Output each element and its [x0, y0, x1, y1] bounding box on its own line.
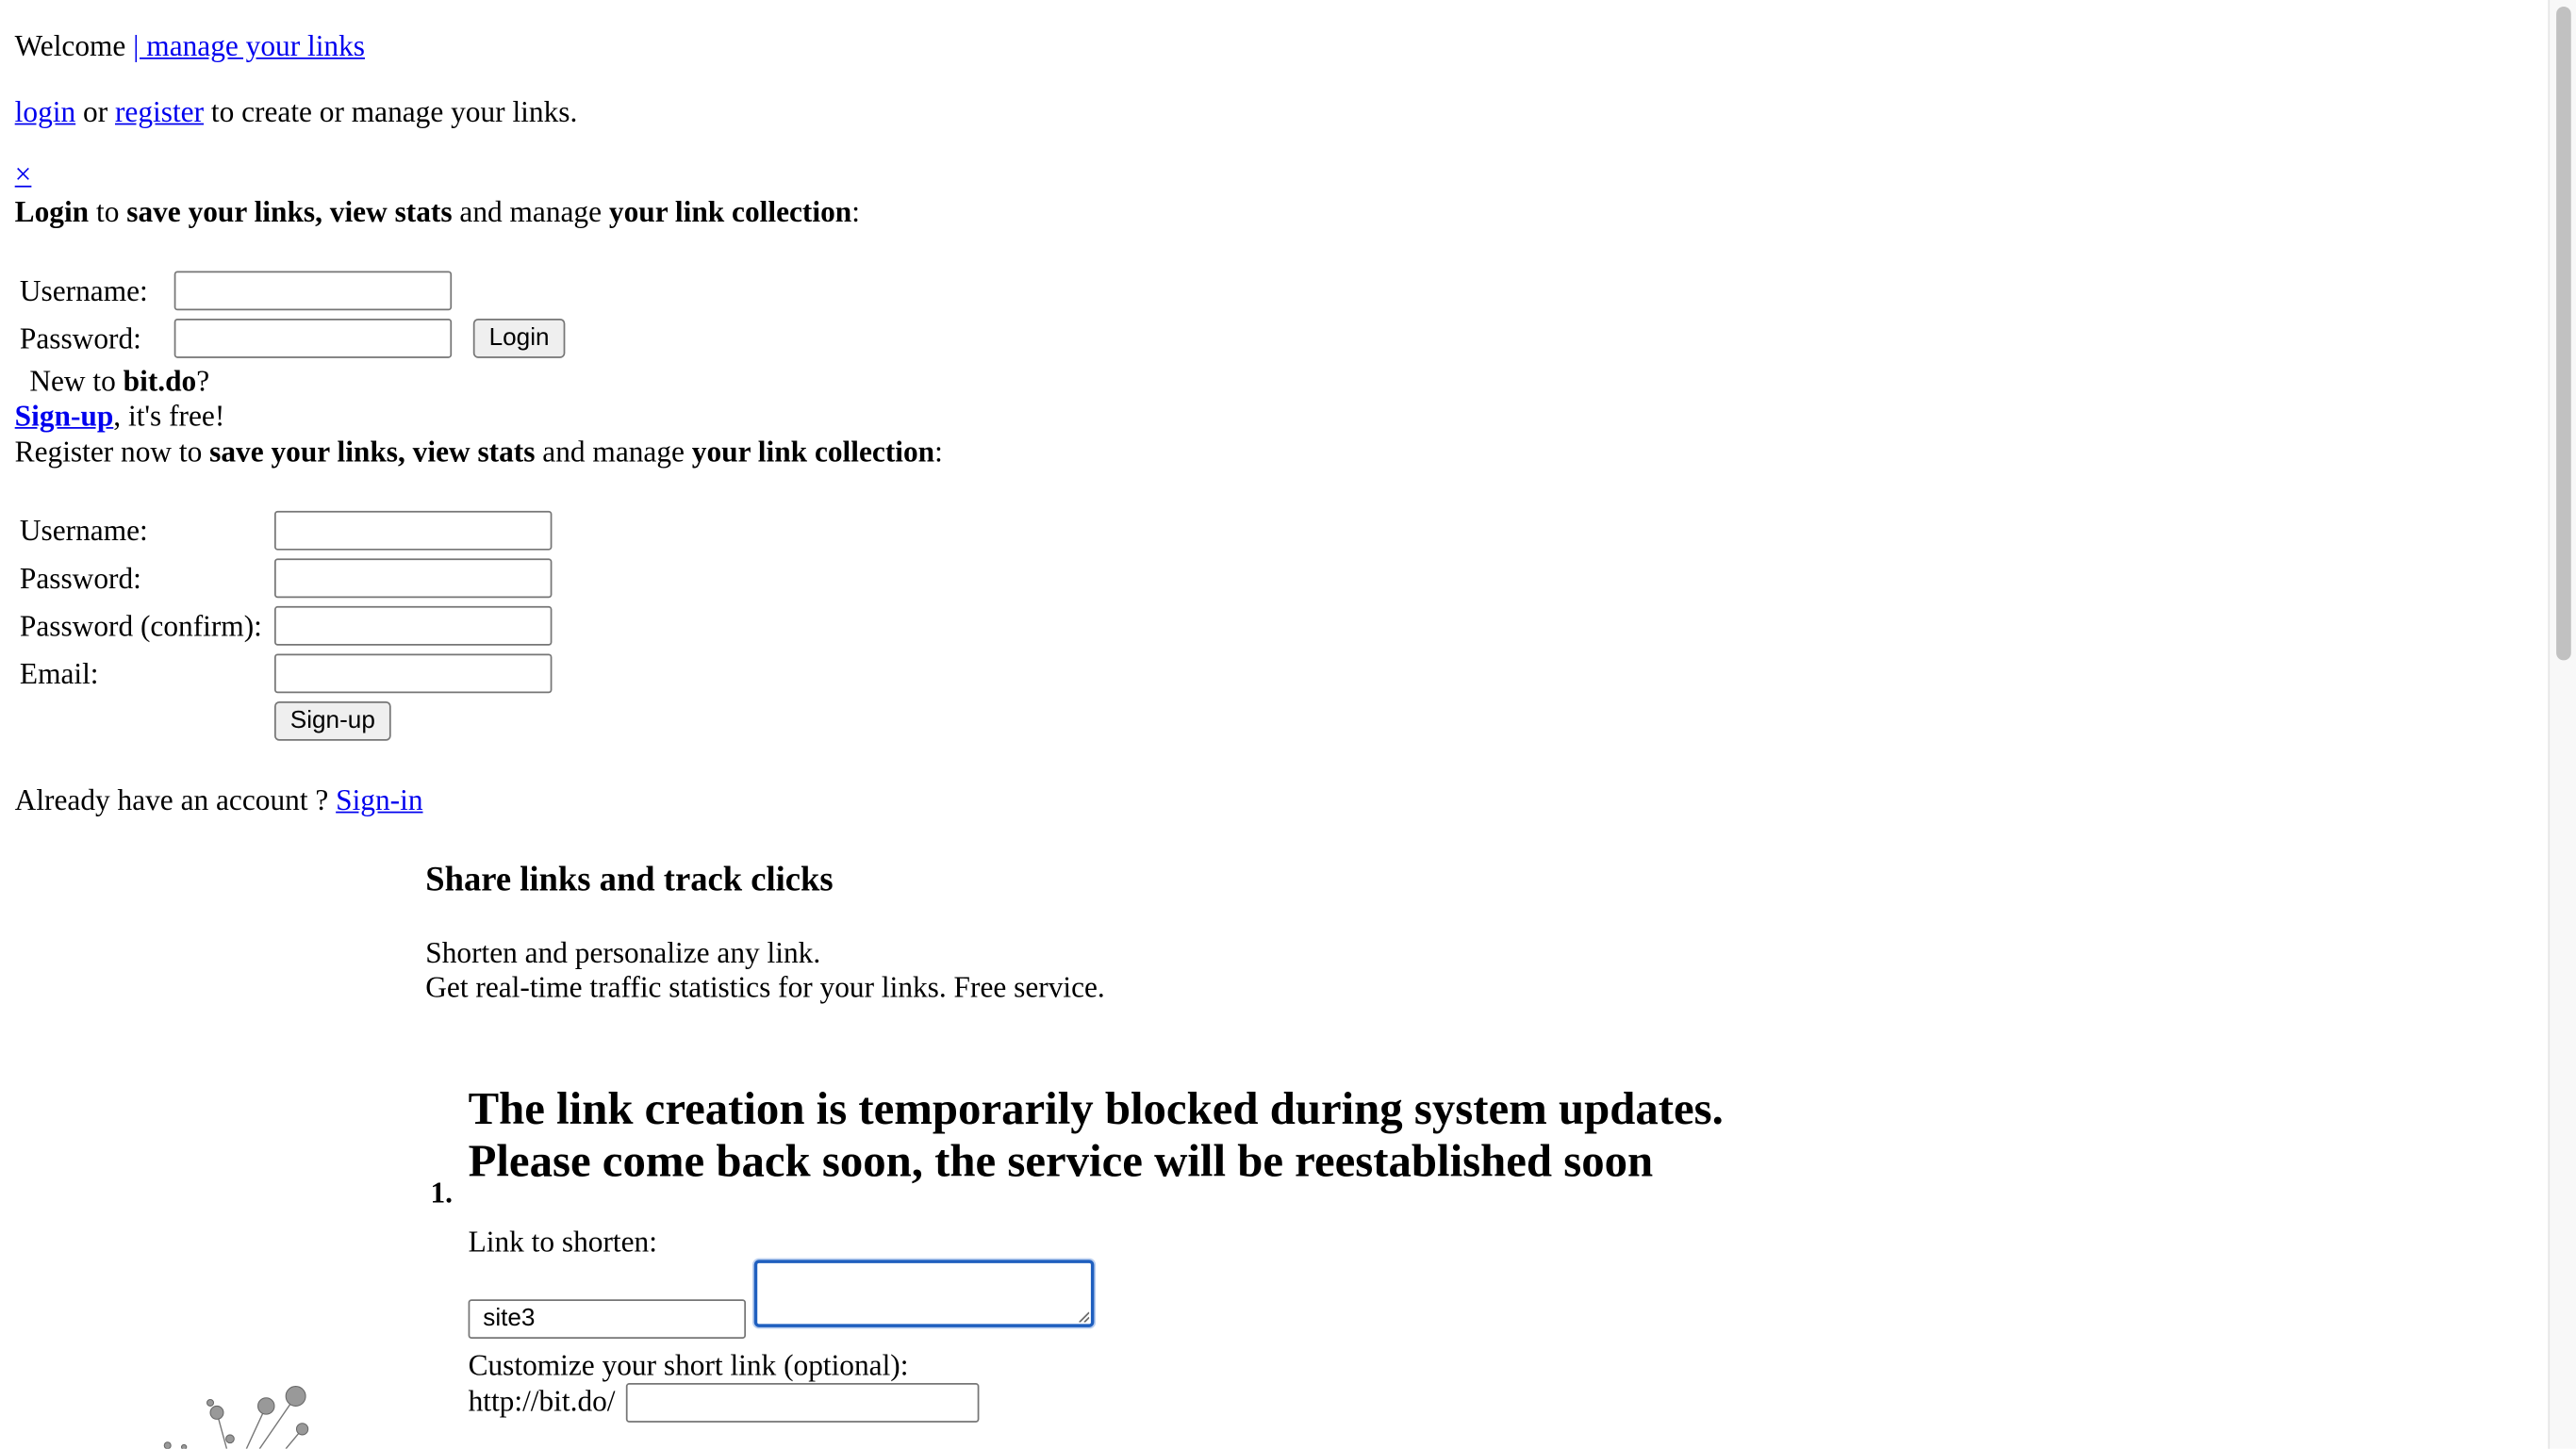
site-name: bit.do [123, 364, 197, 398]
login-button[interactable]: Login [472, 319, 566, 358]
login-username-input[interactable] [173, 271, 453, 311]
resize-grip-icon[interactable] [1078, 1310, 1090, 1323]
already-text: Already have an account ? [14, 783, 329, 816]
vertical-scrollbar[interactable] [2548, 0, 2576, 1449]
customize-label: Customize your short link (optional): [468, 1348, 909, 1382]
question-mark: ? [196, 364, 210, 398]
login-intro-text2: and manage [459, 195, 603, 229]
notice-line1: The link creation is temporarily blocked… [468, 1083, 1724, 1135]
already-account-line: Already have an account ? Sign-in [15, 783, 423, 818]
signup-headline: Sign-up, it's free! [15, 399, 225, 434]
signup-confirm-input[interactable] [273, 605, 553, 646]
signin-link[interactable]: Sign-in [336, 783, 422, 816]
login-intro-strong2: save your links, view stats [126, 195, 453, 229]
register-link[interactable]: register [115, 95, 204, 128]
auth-prompt-suffix: to create or manage your links. [210, 95, 578, 128]
link-to-shorten-label: Link to shorten: [468, 1225, 657, 1259]
login-intro-strong1: Login [14, 195, 90, 229]
login-password-input[interactable] [173, 319, 453, 358]
scrollbar-thumb[interactable] [2556, 6, 2571, 661]
new-to-line: New to bit.do? [29, 365, 209, 400]
signup-password-label: Password: [19, 561, 141, 595]
link-textarea[interactable] [753, 1260, 1095, 1327]
url-prefix: http://bit.do/ [468, 1384, 616, 1418]
hero-line2: Get real-time traffic statistics for you… [425, 970, 1105, 1004]
login-intro-colon: : [851, 195, 860, 229]
new-to-text: New to [29, 364, 116, 398]
signup-confirm-label: Password (confirm): [19, 609, 262, 643]
manage-links-link[interactable]: | manage your links [133, 29, 365, 62]
signup-intro-text2: and manage [542, 435, 685, 469]
signup-email-label: Email: [19, 656, 99, 690]
signup-email-input[interactable] [273, 653, 553, 694]
signup-password-input[interactable] [273, 558, 553, 599]
custom-short-link-input[interactable] [625, 1383, 980, 1423]
signup-intro-strong2: save your links, view stats [209, 435, 536, 469]
welcome-text: Welcome [14, 29, 126, 63]
welcome-line: Welcome | manage your links [15, 29, 365, 64]
login-intro-strong3: your link collection [608, 195, 852, 229]
auth-prompt: login or register to create or manage yo… [15, 95, 578, 130]
signup-intro-strong3: your link collection [691, 435, 935, 469]
hero-line1: Shorten and personalize any link. [425, 936, 821, 969]
login-username-label: Username: [19, 273, 148, 307]
close-icon[interactable]: × [15, 157, 32, 192]
page: Welcome | manage your links login or reg… [0, 0, 2576, 1449]
login-link[interactable]: login [15, 95, 75, 128]
signup-link[interactable]: Sign-up [15, 399, 114, 432]
free-text: , it's free! [113, 399, 225, 433]
step-number: 1. [430, 1176, 454, 1210]
login-password-label: Password: [19, 321, 141, 355]
site-select[interactable]: site3 [468, 1299, 747, 1340]
signup-button[interactable]: Sign-up [273, 700, 391, 741]
notice-line2: Please come back soon, the service will … [468, 1136, 1654, 1188]
signup-username-input[interactable] [273, 510, 553, 551]
login-intro: Login to save your links, view stats and… [15, 195, 860, 230]
signup-username-label: Username: [19, 514, 148, 548]
signup-intro-text1: Register now to [14, 435, 203, 469]
signup-intro: Register now to save your links, view st… [15, 436, 943, 470]
signup-intro-colon: : [934, 435, 943, 469]
dandelion-illustration [163, 1386, 309, 1449]
hero-title: Share links and track clicks [425, 859, 834, 899]
login-intro-text1: to [95, 195, 120, 229]
or-text: or [83, 95, 108, 128]
